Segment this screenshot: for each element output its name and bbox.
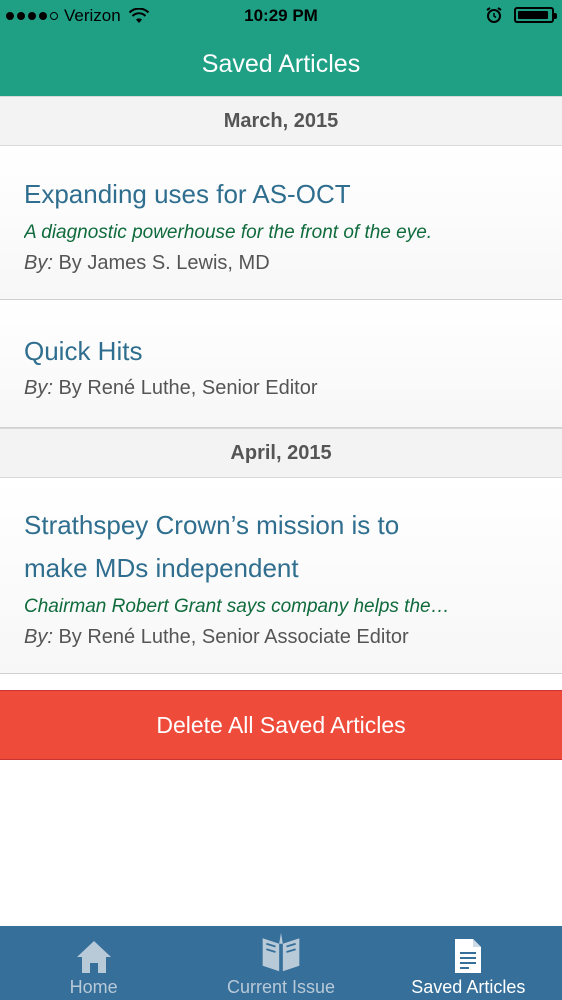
article-byline: By: By René Luthe, Senior Editor [24, 377, 538, 400]
tab-label: Home [69, 977, 118, 997]
navigation-bar: Saved Articles [0, 32, 562, 96]
article-title-line-2: make MDs independent [24, 553, 299, 583]
section-header-march-2015: March, 2015 [0, 96, 562, 146]
byline-prefix: By: [24, 377, 53, 399]
open-book-icon [259, 927, 303, 975]
section-header-label: April, 2015 [230, 441, 332, 464]
article-row[interactable]: Quick Hits By: By René Luthe, Senior Edi… [0, 300, 562, 428]
status-bar: Verizon 10:29 PM [0, 0, 562, 32]
article-author: By James S. Lewis, MD [58, 252, 270, 274]
tab-home[interactable]: Home [0, 926, 187, 1000]
article-title: Expanding uses for AS-OCT [24, 179, 351, 209]
article-row[interactable]: Strathspey Crown’s mission is to make MD… [0, 478, 562, 674]
saved-articles-list: March, 2015 Expanding uses for AS-OCT A … [0, 96, 562, 674]
battery-icon [514, 7, 557, 23]
tab-current-issue[interactable]: Current Issue [187, 926, 374, 1000]
article-author: By René Luthe, Senior Editor [58, 377, 318, 399]
status-right [486, 7, 557, 23]
delete-all-button[interactable]: Delete All Saved Articles [0, 690, 562, 760]
section-header-label: March, 2015 [223, 109, 339, 132]
tab-label: Current Issue [226, 977, 336, 997]
article-title: Strathspey Crown’s mission is to make MD… [24, 504, 538, 590]
alarm-clock-icon [486, 7, 502, 23]
status-time: 10:29 PM [244, 6, 318, 25]
page-title: Saved Articles [201, 49, 361, 78]
byline-prefix: By: [24, 626, 53, 648]
byline-prefix: By: [24, 252, 53, 274]
tab-bar: Home Current Issue Saved Articles [0, 926, 562, 1000]
section-header-april-2015: April, 2015 [0, 428, 562, 478]
tab-saved-articles[interactable]: Saved Articles [375, 926, 562, 1000]
home-icon [72, 927, 116, 975]
article-title-line-1: Strathspey Crown’s mission is to [24, 510, 400, 540]
article-subtitle: A diagnostic powerhouse for the front of… [24, 222, 433, 243]
delete-all-label: Delete All Saved Articles [156, 711, 406, 738]
article-title: Quick Hits [24, 336, 143, 366]
article-subtitle: Chairman Robert Grant says company helps… [24, 596, 450, 617]
article-row[interactable]: Expanding uses for AS-OCT A diagnostic p… [0, 146, 562, 300]
battery-level [518, 11, 549, 19]
article-author: By René Luthe, Senior Associate Editor [58, 626, 409, 648]
article-byline: By: By James S. Lewis, MD [24, 252, 538, 275]
document-icon [446, 927, 490, 975]
article-byline: By: By René Luthe, Senior Associate Edit… [24, 626, 538, 649]
tab-label: Saved Articles [411, 977, 526, 997]
